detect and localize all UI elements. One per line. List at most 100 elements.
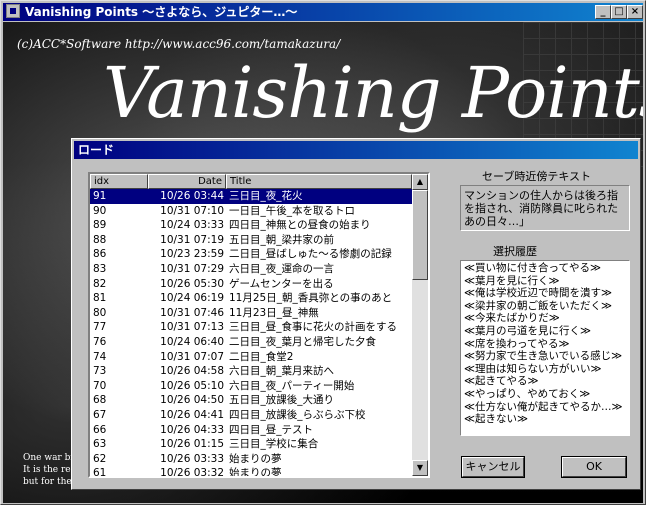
- row-date: 10/26 04:58: [160, 365, 224, 378]
- column-title[interactable]: Title: [226, 174, 412, 189]
- row-title: 11月25日_朝_香具弥との事のあと: [229, 292, 393, 305]
- history-item: ≪今来たばかりだ≫: [464, 312, 560, 325]
- history-item: ≪努力家で生き急いでいる感じ≫: [464, 350, 623, 363]
- table-row[interactable]: 82 10/26 05:30 ゲームセンターを出る: [90, 277, 412, 292]
- story-line: One war br: [23, 453, 75, 463]
- table-row[interactable]: 66 10/26 04:33 四日目_昼_テスト: [90, 423, 412, 438]
- table-row[interactable]: 83 10/31 07:29 六日目_夜_運命の一言: [90, 262, 412, 277]
- history-item: ≪起きてやる≫: [464, 375, 539, 388]
- list-rows: 91 10/26 03:44 三日目_夜_花火 90 10/31 07:10 一日目_午後…: [90, 189, 412, 478]
- maximize-button[interactable]: □: [611, 5, 627, 19]
- row-date: 10/24 06:19: [160, 292, 224, 305]
- table-row[interactable]: 90 10/31 07:10 一日目_午後_本を取るトロ: [90, 204, 412, 219]
- row-idx: 80: [93, 306, 107, 319]
- row-idx: 66: [93, 423, 107, 436]
- history-box: ≪買い物に付き合ってやる≫ ≪葉月を見に行く≫ ≪俺は学校近辺で時間を潰す≫ ≪梁井家…: [460, 260, 630, 436]
- row-title: 三日目_学校に集合: [229, 438, 319, 451]
- table-row[interactable]: 88 10/31 07:19 五日目_朝_梁井家の前: [90, 233, 412, 248]
- row-title: 四日目_昼_テスト: [229, 423, 313, 436]
- column-date[interactable]: Date: [148, 174, 226, 189]
- table-row[interactable]: 63 10/26 01:15 三日目_学校に集合: [90, 437, 412, 452]
- table-row[interactable]: 76 10/24 06:40 二日目_夜_葉月と帰宅した夕食: [90, 335, 412, 350]
- row-date: 10/31 07:19: [160, 233, 224, 246]
- table-row[interactable]: 62 10/26 03:33 始まりの夢: [90, 452, 412, 467]
- column-idx[interactable]: idx: [90, 174, 148, 189]
- history-item: ≪俺は学校近辺で時間を潰す≫: [464, 287, 612, 300]
- row-title: 一日目_午後_本を取るトロ: [229, 204, 355, 217]
- row-idx: 82: [93, 277, 107, 290]
- row-title: 三日目_夜_花火: [229, 190, 303, 202]
- save-list[interactable]: idx Date Title 91 10/26 03:44 三日目_夜_花火 90 10…: [88, 172, 430, 478]
- row-idx: 70: [93, 379, 107, 392]
- row-idx: 91: [93, 190, 107, 202]
- table-row[interactable]: 89 10/24 03:33 四日目_神無との昼食の始まり: [90, 218, 412, 233]
- close-button[interactable]: ×: [627, 5, 643, 19]
- row-title: 五日目_朝_梁井家の前: [229, 233, 334, 246]
- row-title: 始まりの夢: [229, 452, 282, 465]
- row-title: 四日目_神無との昼食の始まり: [229, 219, 371, 232]
- scroll-thumb[interactable]: [412, 190, 428, 280]
- history-item: ≪席を換わってやる≫: [464, 337, 570, 350]
- table-row[interactable]: 61 10/26 03:32 始まりの夢: [90, 466, 412, 478]
- row-date: 10/24 06:40: [160, 335, 224, 348]
- row-date: 10/26 05:30: [160, 277, 224, 290]
- row-date: 10/31 07:07: [160, 350, 224, 363]
- row-date: 10/26 03:32: [160, 467, 224, 478]
- row-title: 始まりの夢: [229, 467, 282, 478]
- row-title: 六日目_朝_葉月来訪へ: [229, 365, 334, 378]
- row-title: 五日目_放課後_大通り: [229, 394, 334, 407]
- row-idx: 81: [93, 292, 107, 305]
- row-idx: 89: [93, 219, 107, 232]
- table-row[interactable]: 70 10/26 05:10 六日目_夜_パーティー開始: [90, 379, 412, 394]
- row-date: 10/24 03:33: [160, 219, 224, 232]
- story-line: It is the res: [23, 465, 76, 475]
- game-logo: Vanishing Points: [103, 52, 643, 134]
- row-title: 二日目_食堂2: [229, 350, 294, 363]
- load-dialog: ロード idx Date Title 91 10/26 03:44 三日目_夜_花火…: [71, 138, 641, 490]
- minimize-button[interactable]: _: [595, 5, 611, 19]
- row-date: 10/23 23:59: [160, 248, 224, 261]
- app-icon[interactable]: [6, 4, 20, 18]
- table-row[interactable]: 86 10/23 23:59 二日目_昼ばしゅた〜る惨劇の記録: [90, 247, 412, 262]
- row-date: 10/31 07:13: [160, 321, 224, 334]
- copyright-text: (c)ACC*Software http://www.acc96.com/tam…: [17, 37, 341, 51]
- save-text-label: セーブ時近傍テキスト: [482, 170, 592, 183]
- ok-button[interactable]: OK: [561, 456, 627, 478]
- row-idx: 73: [93, 365, 107, 378]
- history-item: ≪仕方ない俺が起きてやるか…≫: [464, 400, 623, 413]
- row-date: 10/31 07:46: [160, 306, 224, 319]
- dialog-title: ロード: [74, 141, 638, 159]
- title-bar[interactable]: Vanishing Points 〜さよなら、ジュピター…〜 _ □ ×: [3, 3, 643, 21]
- table-row[interactable]: 81 10/24 06:19 11月25日_朝_香具弥との事のあと: [90, 291, 412, 306]
- table-row[interactable]: 77 10/31 07:13 三日目_昼_食事に花火の計画をする: [90, 320, 412, 335]
- table-row[interactable]: 80 10/31 07:46 11月23日_昼_神無: [90, 306, 412, 321]
- row-title: 二日目_夜_葉月と帰宅した夕食: [229, 335, 376, 348]
- row-idx: 88: [93, 233, 107, 246]
- table-row[interactable]: 91 10/26 03:44 三日目_夜_花火: [90, 189, 412, 204]
- cancel-button[interactable]: キャンセル: [461, 456, 525, 478]
- list-scrollbar[interactable]: ▲ ▼: [412, 174, 428, 476]
- row-idx: 61: [93, 467, 107, 478]
- table-row[interactable]: 68 10/26 04:50 五日目_放課後_大通り: [90, 393, 412, 408]
- table-row[interactable]: 67 10/26 04:41 四日目_放課後_らぶらぶ下校: [90, 408, 412, 423]
- story-text: One war br It is the res but for the: [23, 452, 75, 488]
- row-date: 10/26 05:10: [160, 379, 224, 392]
- row-date: 10/26 04:50: [160, 394, 224, 407]
- row-date: 10/31 07:10: [160, 204, 224, 217]
- save-text-box: マンションの住人からは後ろ指を指され、消防隊員に叱られたあの日々…」: [460, 185, 630, 231]
- row-title: 六日目_夜_パーティー開始: [229, 379, 355, 392]
- row-idx: 76: [93, 335, 107, 348]
- row-idx: 62: [93, 452, 107, 465]
- row-date: 10/26 04:33: [160, 423, 224, 436]
- row-idx: 63: [93, 438, 107, 451]
- row-title: 六日目_夜_運命の一言: [229, 262, 334, 275]
- history-label: 選択履歴: [493, 245, 537, 258]
- history-item: ≪起きない≫: [464, 413, 528, 426]
- table-row[interactable]: 73 10/26 04:58 六日目_朝_葉月来訪へ: [90, 364, 412, 379]
- history-item: ≪葉月を見に行く≫: [464, 274, 560, 287]
- table-row[interactable]: 74 10/31 07:07 二日目_食堂2: [90, 350, 412, 365]
- scroll-down-button[interactable]: ▼: [412, 460, 428, 476]
- list-header: idx Date Title: [90, 174, 412, 189]
- row-title: 二日目_昼ばしゅた〜る惨劇の記録: [229, 248, 392, 261]
- scroll-up-button[interactable]: ▲: [412, 174, 428, 190]
